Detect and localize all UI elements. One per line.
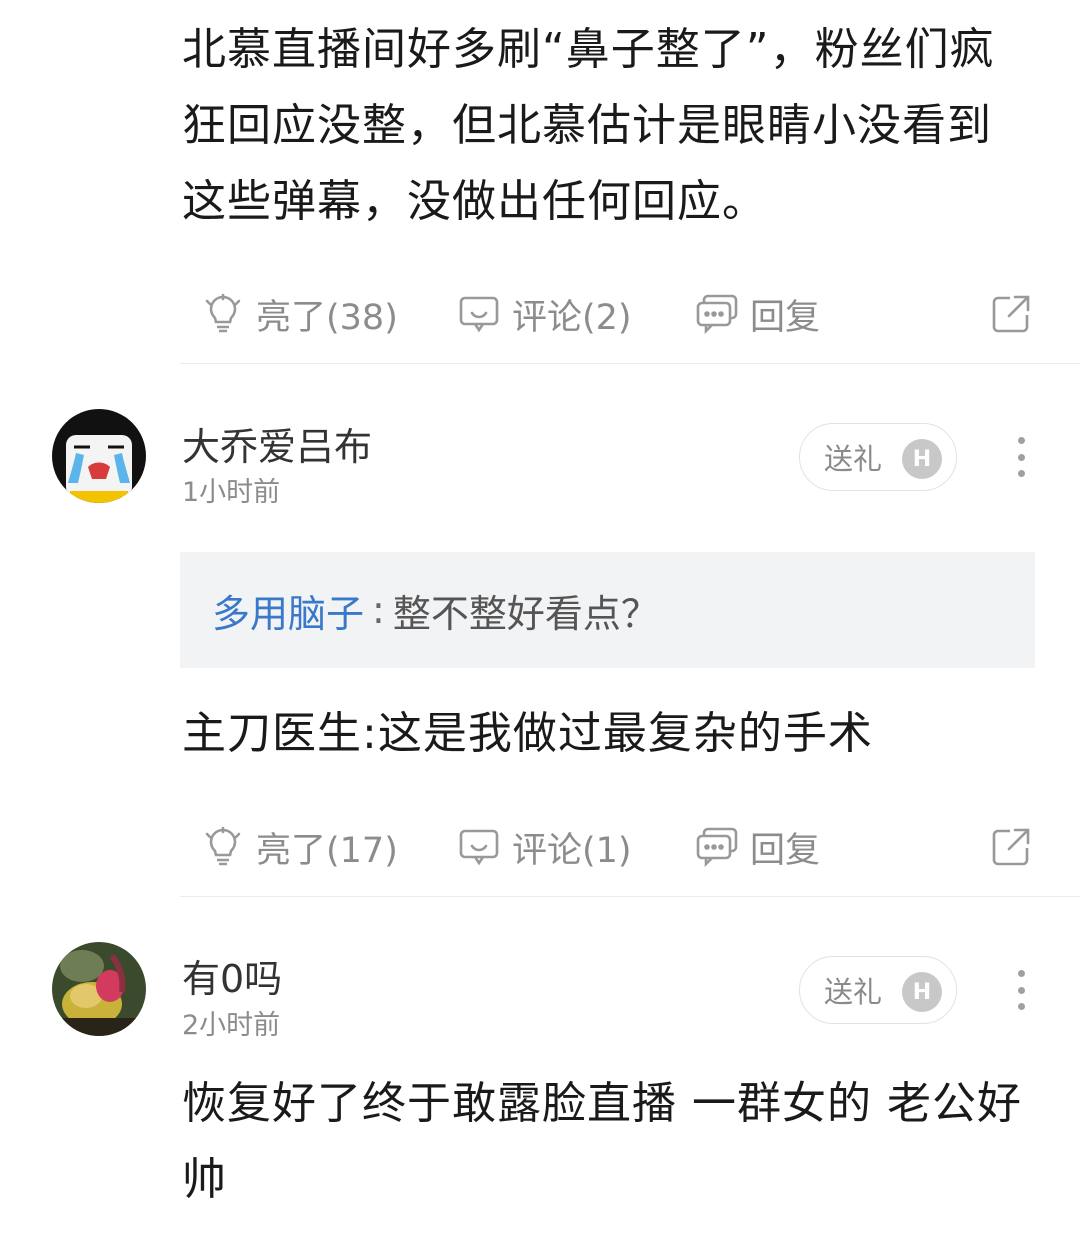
share-icon [992, 295, 1030, 333]
reply-icon [696, 827, 738, 868]
avatar-image [52, 409, 146, 503]
like-button[interactable]: 亮了(17) [202, 812, 398, 882]
comment-text: 北慕直播间好多刷“鼻子整了”，粉丝们疯狂回应没整，但北慕估计是眼睛小没看到这些弹… [182, 24, 995, 227]
reply-label: 回复 [750, 297, 821, 338]
reply-label: 回复 [750, 830, 821, 871]
share-button[interactable] [990, 812, 1032, 882]
quoted-username[interactable]: 多用脑子 [212, 583, 364, 638]
quoted-reply[interactable]: 多用脑子 : 整不整好看点？ [180, 552, 1035, 668]
lightbulb-icon [205, 826, 241, 866]
gift-button[interactable]: 送礼 H [799, 956, 957, 1024]
comment-actions: 亮了(38) 评论(2) 回复 [180, 279, 1080, 364]
lightbulb-icon [205, 293, 241, 333]
comment-text: 恢复好了终于敢露脸直播 一群女的 老公好帅 [182, 1078, 1022, 1205]
reply-button[interactable]: 回复 [696, 812, 820, 882]
comment-text: 主刀医生:这是我做过最复杂的手术 [182, 708, 873, 759]
comment-button[interactable]: 评论(2) [458, 279, 632, 349]
like-label: 亮了(38) [256, 297, 398, 338]
gift-button[interactable]: 送礼 H [799, 423, 957, 491]
share-button[interactable] [990, 279, 1032, 349]
comment-label: 评论(2) [512, 297, 632, 338]
timestamp: 1小时前 [182, 477, 281, 508]
timestamp: 2小时前 [182, 1010, 281, 1041]
quoted-text: 整不整好看点？ [392, 591, 659, 636]
avatar-image [52, 942, 146, 1036]
comment-icon [459, 829, 499, 866]
like-label: 亮了(17) [256, 830, 398, 871]
gift-label: 送礼 [824, 975, 883, 1009]
more-icon[interactable] [1012, 437, 1030, 477]
comment-icon [459, 296, 499, 333]
quote-separator: : [372, 588, 385, 632]
avatar[interactable] [52, 942, 146, 1036]
username[interactable]: 有0吗 [182, 948, 282, 1003]
avatar[interactable] [52, 409, 146, 503]
gift-label: 送礼 [824, 442, 883, 476]
reply-button[interactable]: 回复 [696, 279, 820, 349]
username[interactable]: 大乔爱吕布 [182, 416, 372, 471]
gift-badge: H [902, 972, 942, 1012]
comment-button[interactable]: 评论(1) [458, 812, 632, 882]
comment-actions: 亮了(17) 评论(1) 回复 [180, 812, 1080, 897]
gift-badge: H [902, 439, 942, 479]
more-icon[interactable] [1012, 970, 1030, 1010]
share-icon [992, 828, 1030, 866]
like-button[interactable]: 亮了(38) [202, 279, 398, 349]
reply-icon [696, 294, 738, 335]
comment-label: 评论(1) [512, 830, 632, 871]
